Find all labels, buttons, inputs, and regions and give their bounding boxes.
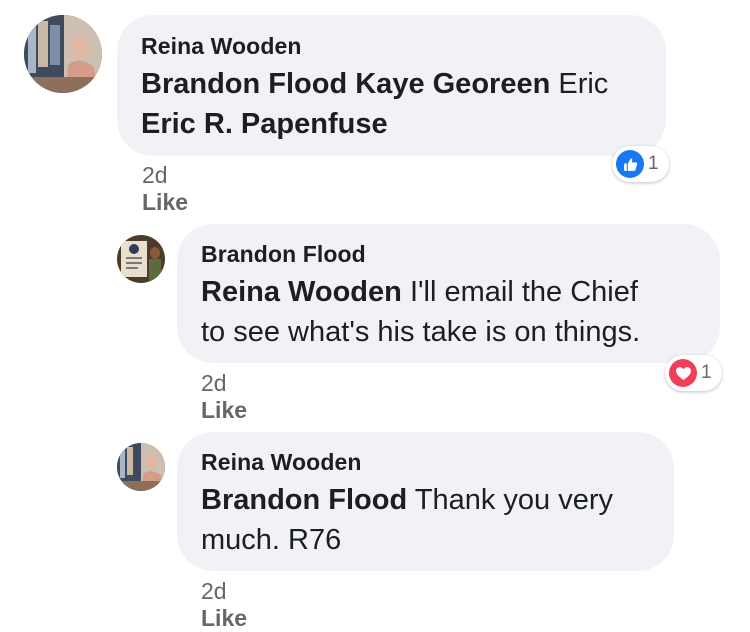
mention-link[interactable]: Eric R. Papenfuse — [141, 108, 388, 140]
love-icon — [669, 359, 697, 387]
comment-timestamp[interactable]: 2d — [201, 370, 227, 397]
comment-text-plain: Eric — [558, 68, 609, 100]
reaction-count: 1 — [648, 153, 659, 174]
like-button[interactable]: Like — [201, 605, 247, 632]
comment-author[interactable]: Brandon Flood — [201, 241, 696, 268]
comment-author[interactable]: Reina Wooden — [141, 33, 642, 60]
reaction-summary[interactable]: 1 — [665, 355, 722, 391]
comment-text-plain: Thank you very — [414, 484, 613, 516]
comment-meta: 2d Like — [142, 162, 200, 216]
avatar[interactable] — [117, 443, 165, 491]
comment-text-plain: to see what's his take is on things. — [201, 316, 641, 348]
comment-text-plain: I'll email the Chief — [409, 276, 638, 308]
reaction-summary[interactable]: 1 — [612, 146, 669, 182]
profile-photo-icon — [117, 235, 165, 283]
profile-photo-icon — [24, 15, 102, 93]
comment-bubble: Brandon Flood Reina Wooden I'll email th… — [177, 224, 720, 363]
comment-text-plain: much. R76 — [201, 524, 342, 556]
mention-link[interactable]: Reina Wooden — [201, 276, 402, 308]
comment-text: Brandon Flood Kaye Georeen Eric Eric R. … — [141, 64, 642, 144]
comment-author[interactable]: Reina Wooden — [201, 449, 650, 476]
comment-bubble: Reina Wooden Brandon Flood Thank you ver… — [177, 432, 674, 571]
profile-photo-icon — [117, 443, 165, 491]
mention-link[interactable]: Brandon Flood — [201, 484, 407, 516]
comment-text: Brandon Flood Thank you very much. R76 — [201, 480, 650, 560]
like-button[interactable]: Like — [201, 397, 247, 424]
comment-meta: 2d Like — [201, 578, 259, 632]
like-button[interactable]: Like — [142, 189, 188, 216]
comment-timestamp[interactable]: 2d — [201, 578, 227, 605]
comment-timestamp[interactable]: 2d — [142, 162, 168, 189]
comment-bubble: Reina Wooden Brandon Flood Kaye Georeen … — [117, 15, 666, 156]
avatar[interactable] — [24, 15, 102, 93]
reaction-count: 1 — [701, 362, 712, 383]
mention-link[interactable]: Brandon Flood Kaye Georeen — [141, 68, 550, 100]
avatar[interactable] — [117, 235, 165, 283]
comment-meta: 2d Like — [201, 370, 259, 424]
like-icon — [616, 150, 644, 178]
comment-text: Reina Wooden I'll email the Chief to see… — [201, 272, 696, 352]
